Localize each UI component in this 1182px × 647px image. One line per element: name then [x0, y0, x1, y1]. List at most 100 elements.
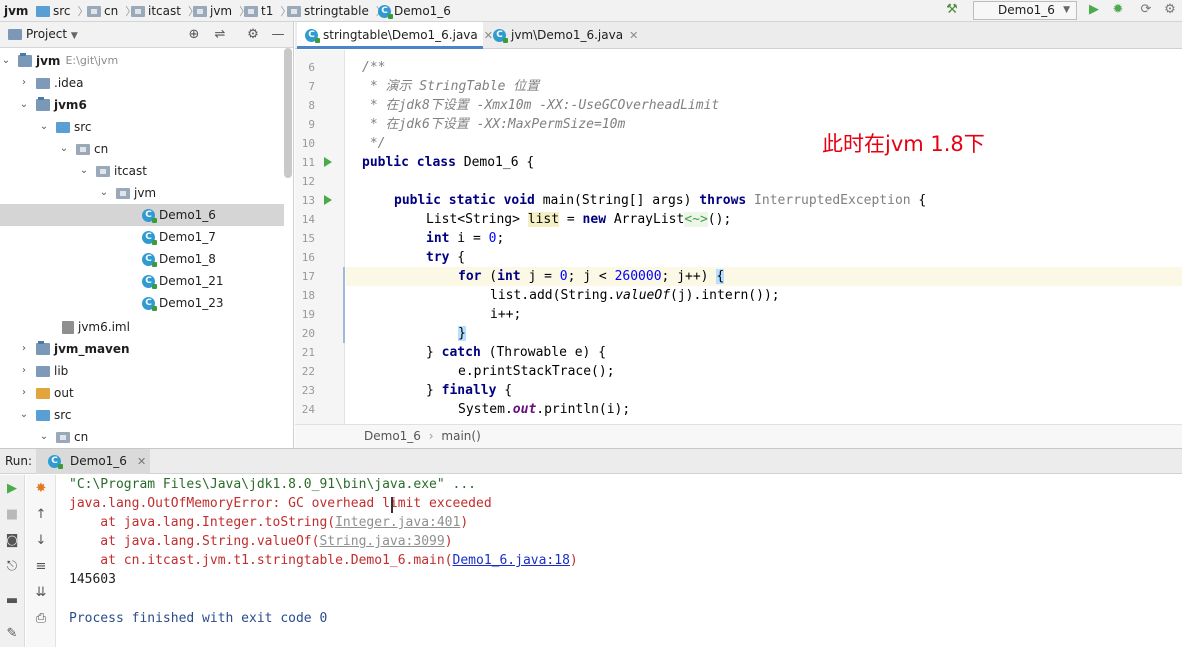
console-output-value: 145603: [69, 572, 116, 587]
debug-config-icon[interactable]: ✸: [32, 480, 50, 498]
tree-node-jvm6-iml[interactable]: jvm6.iml: [0, 316, 284, 338]
breadcrumb-label: jvm: [210, 4, 233, 18]
line-number: 17: [301, 270, 315, 283]
package-icon: [116, 187, 130, 199]
tree-node-idea[interactable]: › .idea: [0, 72, 284, 94]
tree-node-demo1-6[interactable]: C Demo1_6: [0, 204, 284, 226]
run-configuration-select[interactable]: Demo1_6 ▼: [973, 1, 1077, 20]
coverage-icon[interactable]: ⟳: [1138, 2, 1154, 18]
tree-label: Demo1_8: [159, 252, 216, 266]
tree-node-jvm[interactable]: ⌄ jvm E:\git\jvm: [0, 50, 284, 72]
breadcrumb-item[interactable]: t1 〉: [244, 3, 291, 19]
chevron-down-icon: ⌄: [39, 121, 49, 132]
line-number: 10: [301, 137, 315, 150]
debug-icon[interactable]: ✹: [1110, 2, 1126, 18]
rerun-icon[interactable]: ▶: [3, 480, 21, 498]
tree-label: cn: [74, 430, 89, 444]
breadcrumb-item[interactable]: C Demo1_6: [378, 3, 451, 19]
project-header: Project ▼ ⊕ ⇌ ⚙ —: [0, 22, 293, 48]
stop-icon[interactable]: ■: [3, 506, 21, 524]
project-view-select[interactable]: Project ▼: [26, 27, 78, 41]
tree-label: itcast: [114, 164, 147, 178]
tree-label: Demo1_7: [159, 230, 216, 244]
code-line-13: public static void main(String[] args) t…: [394, 193, 927, 208]
camera-icon[interactable]: ◙: [3, 532, 21, 550]
close-icon[interactable]: ✕: [137, 455, 146, 468]
tree-node-demo1-8[interactable]: C Demo1_8: [0, 248, 284, 270]
stack-link[interactable]: Integer.java:401: [335, 515, 460, 530]
package-icon: [193, 5, 207, 17]
console-stack-line: at java.lang.Integer.toString(Integer.ja…: [69, 515, 469, 530]
breadcrumb-item[interactable]: src 〉: [36, 3, 89, 19]
tree-node-cn[interactable]: ⌄ cn: [0, 138, 284, 160]
profiler-icon[interactable]: ⚙: [1162, 2, 1178, 18]
chevron-right-icon: ›: [22, 343, 26, 354]
editor-crumb-class[interactable]: Demo1_6: [364, 429, 421, 443]
run-gutter-icon[interactable]: [324, 157, 332, 167]
soft-wrap-icon[interactable]: ≡: [32, 558, 50, 576]
tree-node-demo1-21[interactable]: C Demo1_21: [0, 270, 284, 292]
editor-breadcrumb: Demo1_6 › main(): [295, 424, 1182, 448]
project-title: Project: [26, 27, 68, 41]
close-icon[interactable]: ✕: [629, 29, 638, 42]
tree-node-lib[interactable]: › lib: [0, 360, 284, 382]
tree-node-itcast[interactable]: ⌄ itcast: [0, 160, 284, 182]
project-scrollbar[interactable]: [284, 48, 292, 178]
up-arrow-icon[interactable]: ↑: [32, 506, 50, 524]
tab-jvm-demo1-6[interactable]: Cjvm\Demo1_6.java ✕: [485, 22, 639, 49]
editor-crumb-method[interactable]: main(): [441, 429, 480, 443]
console-stack-line: at cn.itcast.jvm.t1.stringtable.Demo1_6.…: [69, 553, 578, 568]
breadcrumb-item[interactable]: jvm〉: [193, 3, 250, 19]
tree-node-cn-root[interactable]: ⌄ cn: [0, 426, 284, 448]
down-arrow-icon[interactable]: ↓: [32, 532, 50, 550]
code-line-14: List<String> list = new ArrayList<~>();: [426, 212, 732, 227]
tab-stringtable-demo1-6[interactable]: Cstringtable\Demo1_6.java ✕: [297, 22, 493, 49]
run-tab-demo1-6[interactable]: C Demo1_6 ✕: [36, 449, 150, 474]
tab-label: stringtable\Demo1_6.java: [323, 28, 478, 42]
tree-node-out[interactable]: › out: [0, 382, 284, 404]
chevron-down-icon: ⌄: [79, 165, 89, 176]
editor-gutter[interactable]: 6 7 8 9 10 11 12 13 14 15 16 17 18 19 20…: [295, 50, 358, 424]
exit-icon[interactable]: ⎋: [3, 558, 21, 576]
print-icon[interactable]: ⎙: [32, 610, 50, 628]
console-toolbar: ✸ ↑ ↓ ≡ ⇊ ⎙: [26, 475, 56, 647]
tree-node-jvm-package[interactable]: ⌄ jvm: [0, 182, 284, 204]
run-gutter-icon[interactable]: [324, 195, 332, 205]
layout-icon[interactable]: ▬: [3, 592, 21, 610]
code-line-23: } finally {: [426, 383, 513, 398]
build-hammer-icon[interactable]: ⚒: [944, 2, 960, 18]
module-icon: [36, 97, 50, 111]
breadcrumb-item[interactable]: cn〉: [87, 3, 136, 19]
stack-link[interactable]: Demo1_6.java:18: [453, 553, 570, 568]
collapse-all-icon[interactable]: ⇌: [212, 27, 228, 43]
gear-icon[interactable]: ⚙: [245, 27, 261, 43]
class-icon: C: [142, 252, 157, 267]
run-icon[interactable]: ▶: [1086, 2, 1102, 18]
package-icon: [87, 5, 101, 17]
pin-icon[interactable]: ✎: [3, 625, 21, 643]
tree-node-jvm-maven[interactable]: › jvm_maven: [0, 338, 284, 360]
tree-node-src[interactable]: ⌄ src: [0, 116, 284, 138]
hide-icon[interactable]: —: [270, 27, 286, 43]
tree-node-jvm6[interactable]: ⌄ jvm6: [0, 94, 284, 116]
stack-link[interactable]: String.java:3099: [319, 534, 444, 549]
folder-icon: [36, 409, 50, 421]
tree-node-demo1-7[interactable]: C Demo1_7: [0, 226, 284, 248]
tree-label: Demo1_6: [159, 208, 216, 222]
module-icon: [36, 341, 50, 355]
tree-label: jvm: [134, 186, 157, 200]
code-line-20: }: [458, 326, 466, 341]
breadcrumb-item[interactable]: itcast〉: [131, 3, 199, 19]
target-icon[interactable]: ⊕: [186, 27, 202, 43]
scroll-to-end-icon[interactable]: ⇊: [32, 584, 50, 602]
console-output[interactable]: "C:\Program Files\Java\jdk1.8.0_91\bin\j…: [57, 475, 1182, 647]
text-cursor: [391, 497, 393, 513]
tree-node-demo1-23[interactable]: C Demo1_23: [0, 292, 284, 314]
line-number: 22: [301, 365, 315, 378]
tree-node-src-root[interactable]: ⌄ src: [0, 404, 284, 426]
breadcrumb-item[interactable]: stringtable〉: [287, 3, 387, 19]
folder-icon: [36, 365, 50, 377]
tree-label: src: [74, 120, 92, 134]
code-editor[interactable]: /** * 演示 StringTable 位置 * 在jdk8下设置 -Xmx1…: [346, 50, 1182, 424]
console-stack-line: at java.lang.String.valueOf(String.java:…: [69, 534, 453, 549]
